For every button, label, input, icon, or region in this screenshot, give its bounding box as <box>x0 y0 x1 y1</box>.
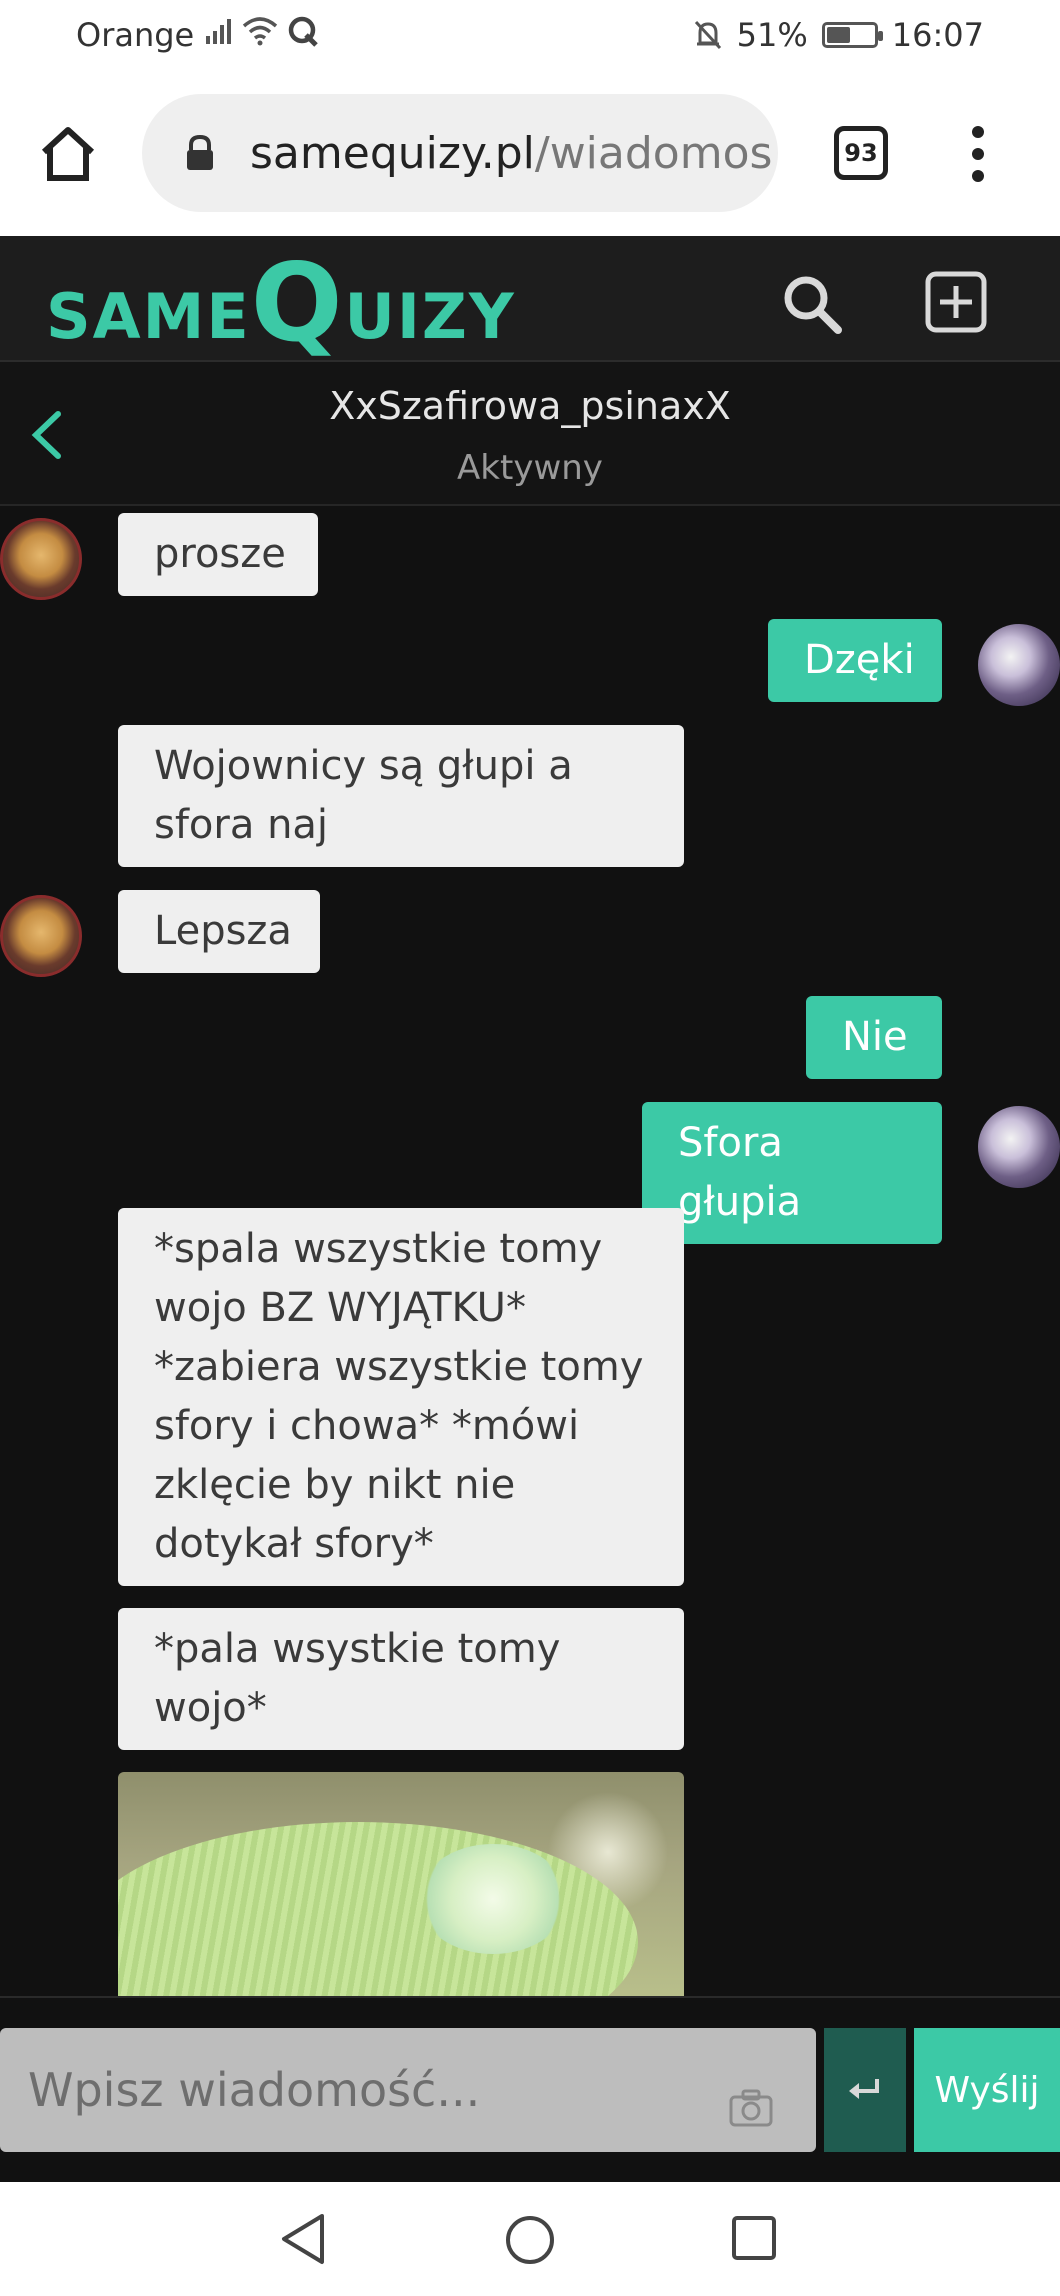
mute-bell-icon <box>694 20 721 50</box>
url-path: /wiadomos <box>534 127 773 179</box>
status-icons <box>204 14 320 48</box>
message-bubble-incoming: Lepsza <box>118 890 320 973</box>
battery-level-fill <box>826 27 851 43</box>
site-header: SAME Q UIZY <box>0 236 1060 362</box>
message-image[interactable] <box>118 1772 684 1996</box>
enter-key-button[interactable] <box>824 2028 906 2152</box>
message-bubble-outgoing: Sfora głupia <box>642 1102 942 1244</box>
message-list[interactable]: prosze Dzęki Wojownicy są głupi a sfora … <box>0 506 1060 1996</box>
wifi-icon <box>242 17 278 46</box>
status-right: 51% 16:07 <box>693 16 984 54</box>
enter-arrow-icon <box>849 2079 879 2099</box>
status-bar: Orange 51% 16:07 <box>0 0 1060 72</box>
message-bubble-incoming: *spala wszystkie tomy wojo BZ WYJĄTKU* *… <box>118 1208 684 1586</box>
message-composer: Wyślij <box>0 1996 1060 2182</box>
message-bubble-incoming: Wojownicy są głupi a sfora naj <box>118 725 684 867</box>
logo-same: SAME <box>46 280 251 353</box>
more-menu-icon[interactable] <box>968 122 988 186</box>
nav-recents-icon[interactable] <box>730 2214 778 2262</box>
logo-q: Q <box>250 241 345 366</box>
message-bubble-incoming: *pala wsystkie tomy wojo* <box>118 1608 684 1750</box>
logo-uizy: UIZY <box>344 280 516 353</box>
clock: 16:07 <box>891 16 984 54</box>
carrier-label: Orange <box>76 16 195 54</box>
address-bar[interactable]: samequizy.pl/wiadomos <box>142 94 778 212</box>
avatar-me[interactable] <box>978 624 1060 706</box>
browser-toolbar: samequizy.pl/wiadomos 93 <box>0 72 1060 236</box>
system-nav-bar <box>0 2182 1060 2296</box>
avatar-partner[interactable] <box>0 518 82 600</box>
search-icon[interactable] <box>780 272 844 336</box>
message-input[interactable] <box>0 2028 816 2152</box>
samequizy-logo[interactable]: SAME Q UIZY <box>46 241 516 366</box>
url-text: samequizy.pl/wiadomos <box>250 128 772 179</box>
message-bubble-outgoing: Dzęki <box>768 619 942 702</box>
message-bubble-outgoing: Nie <box>806 996 942 1079</box>
tab-count: 93 <box>844 139 878 167</box>
add-icon[interactable] <box>924 270 988 334</box>
q-app-icon <box>288 16 318 47</box>
signal-icon <box>206 19 231 44</box>
send-button[interactable]: Wyślij <box>914 2028 1060 2152</box>
url-domain: samequizy.pl <box>250 127 535 179</box>
message-bubble-incoming: prosze <box>118 513 318 596</box>
chat-header: XxSzafirowa_psinaxX Aktywny <box>0 362 1060 506</box>
nav-home-icon[interactable] <box>504 2214 556 2266</box>
battery-icon <box>821 22 883 48</box>
battery-percent: 51% <box>736 16 808 54</box>
image-flower <box>418 1844 568 1954</box>
avatar-me[interactable] <box>978 1106 1060 1188</box>
chat-partner-status: Aktywny <box>457 448 603 488</box>
tab-switcher-button[interactable]: 93 <box>834 126 888 180</box>
nav-back-icon[interactable] <box>278 2212 328 2266</box>
lock-icon <box>187 134 213 170</box>
home-icon[interactable] <box>36 122 100 186</box>
avatar-partner[interactable] <box>0 895 82 977</box>
camera-icon[interactable] <box>728 2088 774 2128</box>
chat-partner-name[interactable]: XxSzafirowa_psinaxX <box>0 384 1060 428</box>
